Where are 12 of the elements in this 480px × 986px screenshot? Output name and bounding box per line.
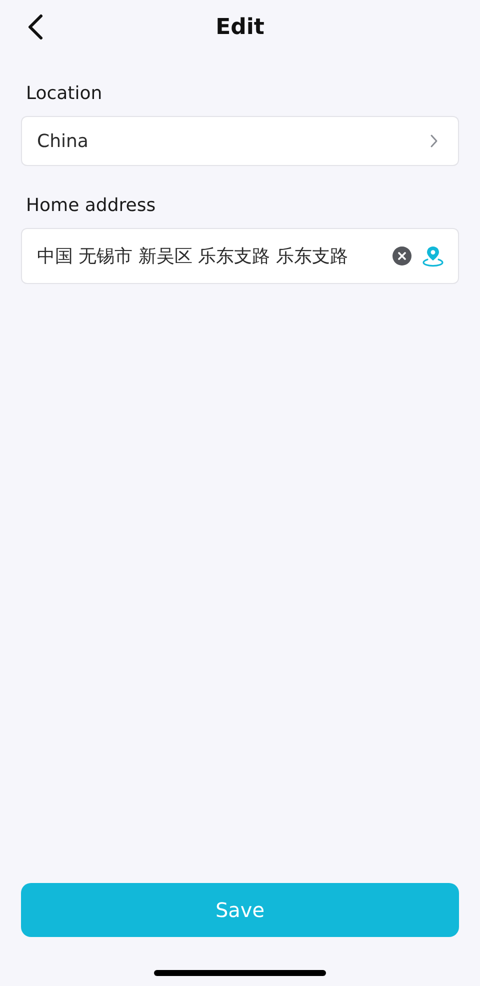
- address-field[interactable]: 中国 无锡市 新吴区 乐东支路 乐东支路: [21, 228, 459, 284]
- clear-button[interactable]: [392, 246, 412, 266]
- close-icon: [392, 246, 412, 266]
- field-label: Location: [26, 82, 104, 106]
- field-label: Home address: [26, 194, 157, 218]
- back-icon: [26, 13, 44, 41]
- address-input[interactable]: 中国 无锡市 新吴区 乐东支路 乐东支路: [37, 246, 382, 266]
- map-pin-icon: [422, 245, 444, 267]
- page-title: Edit: [216, 14, 264, 40]
- chevron-right-icon: [430, 134, 438, 148]
- location-select[interactable]: China: [21, 116, 459, 166]
- back-button[interactable]: [26, 13, 44, 41]
